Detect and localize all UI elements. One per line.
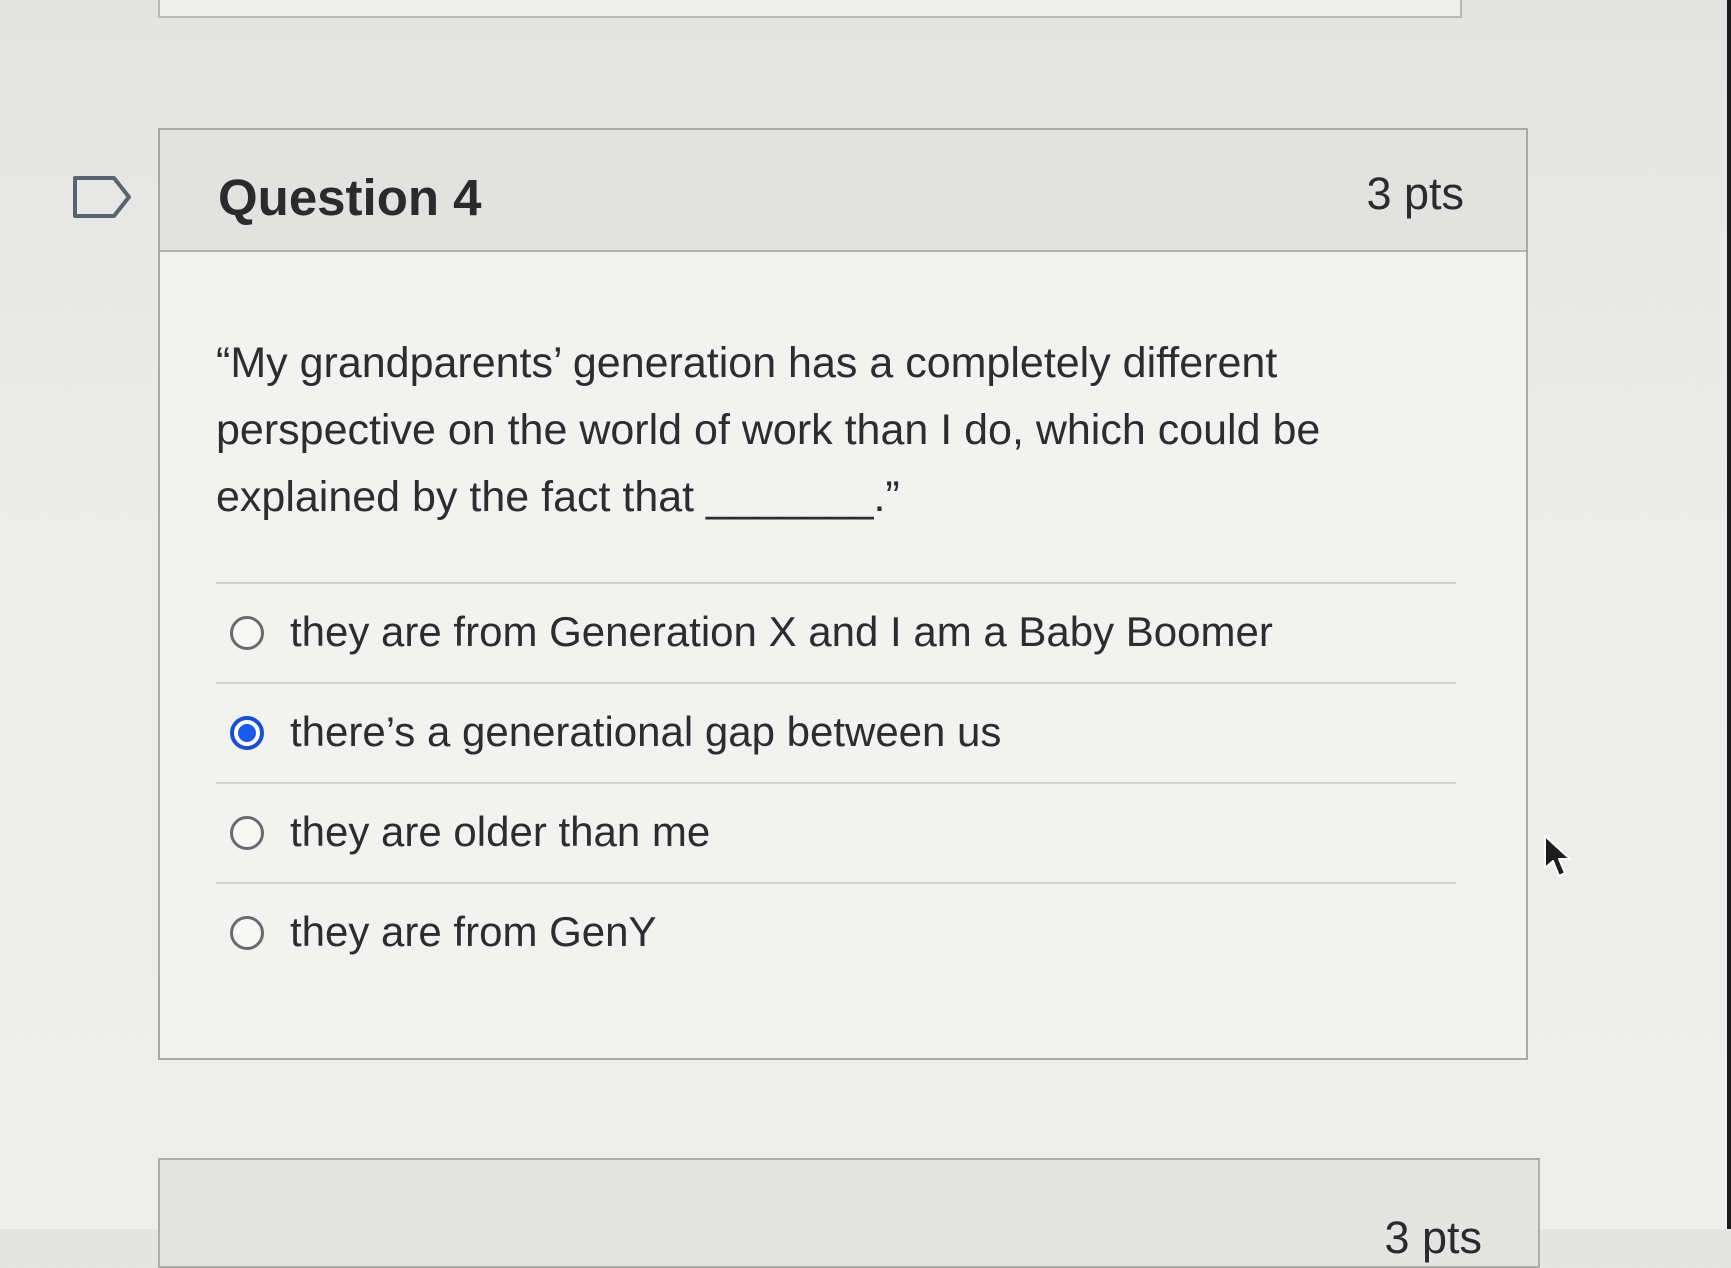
radio-button-icon[interactable] — [230, 916, 264, 950]
answer-option[interactable]: they are from Generation X and I am a Ba… — [216, 584, 1456, 684]
next-question-card: 3 pts — [158, 1158, 1540, 1268]
previous-question-card — [158, 0, 1462, 18]
answer-option[interactable]: they are older than me — [216, 784, 1456, 884]
screen-edge — [1727, 0, 1731, 1229]
next-question-points: 3 pts — [1384, 1212, 1482, 1263]
next-question-header: 3 pts — [160, 1160, 1538, 1266]
flag-icon[interactable] — [72, 175, 132, 219]
answer-list: they are from Generation X and I am a Ba… — [216, 582, 1456, 984]
question-title: Question 4 — [218, 169, 482, 226]
question-card: Question 4 3 pts “My grandparents’ gener… — [158, 128, 1528, 1060]
answer-option[interactable]: there’s a generational gap between us — [216, 684, 1456, 784]
question-text: “My grandparents’ generation has a compl… — [216, 339, 1321, 521]
radio-button-icon[interactable] — [230, 816, 264, 850]
answer-label[interactable]: they are from Generation X and I am a Ba… — [290, 608, 1273, 656]
radio-button-icon[interactable] — [230, 716, 264, 750]
answer-label[interactable]: there’s a generational gap between us — [290, 708, 1001, 756]
answer-option[interactable]: they are from GenY — [216, 884, 1456, 984]
mouse-pointer-icon — [1544, 835, 1571, 877]
question-points: 3 pts — [1366, 168, 1464, 219]
answer-label[interactable]: they are older than me — [290, 808, 710, 856]
question-header: Question 4 3 pts — [160, 130, 1526, 252]
answer-label[interactable]: they are from GenY — [290, 908, 657, 956]
radio-button-icon[interactable] — [230, 616, 264, 650]
